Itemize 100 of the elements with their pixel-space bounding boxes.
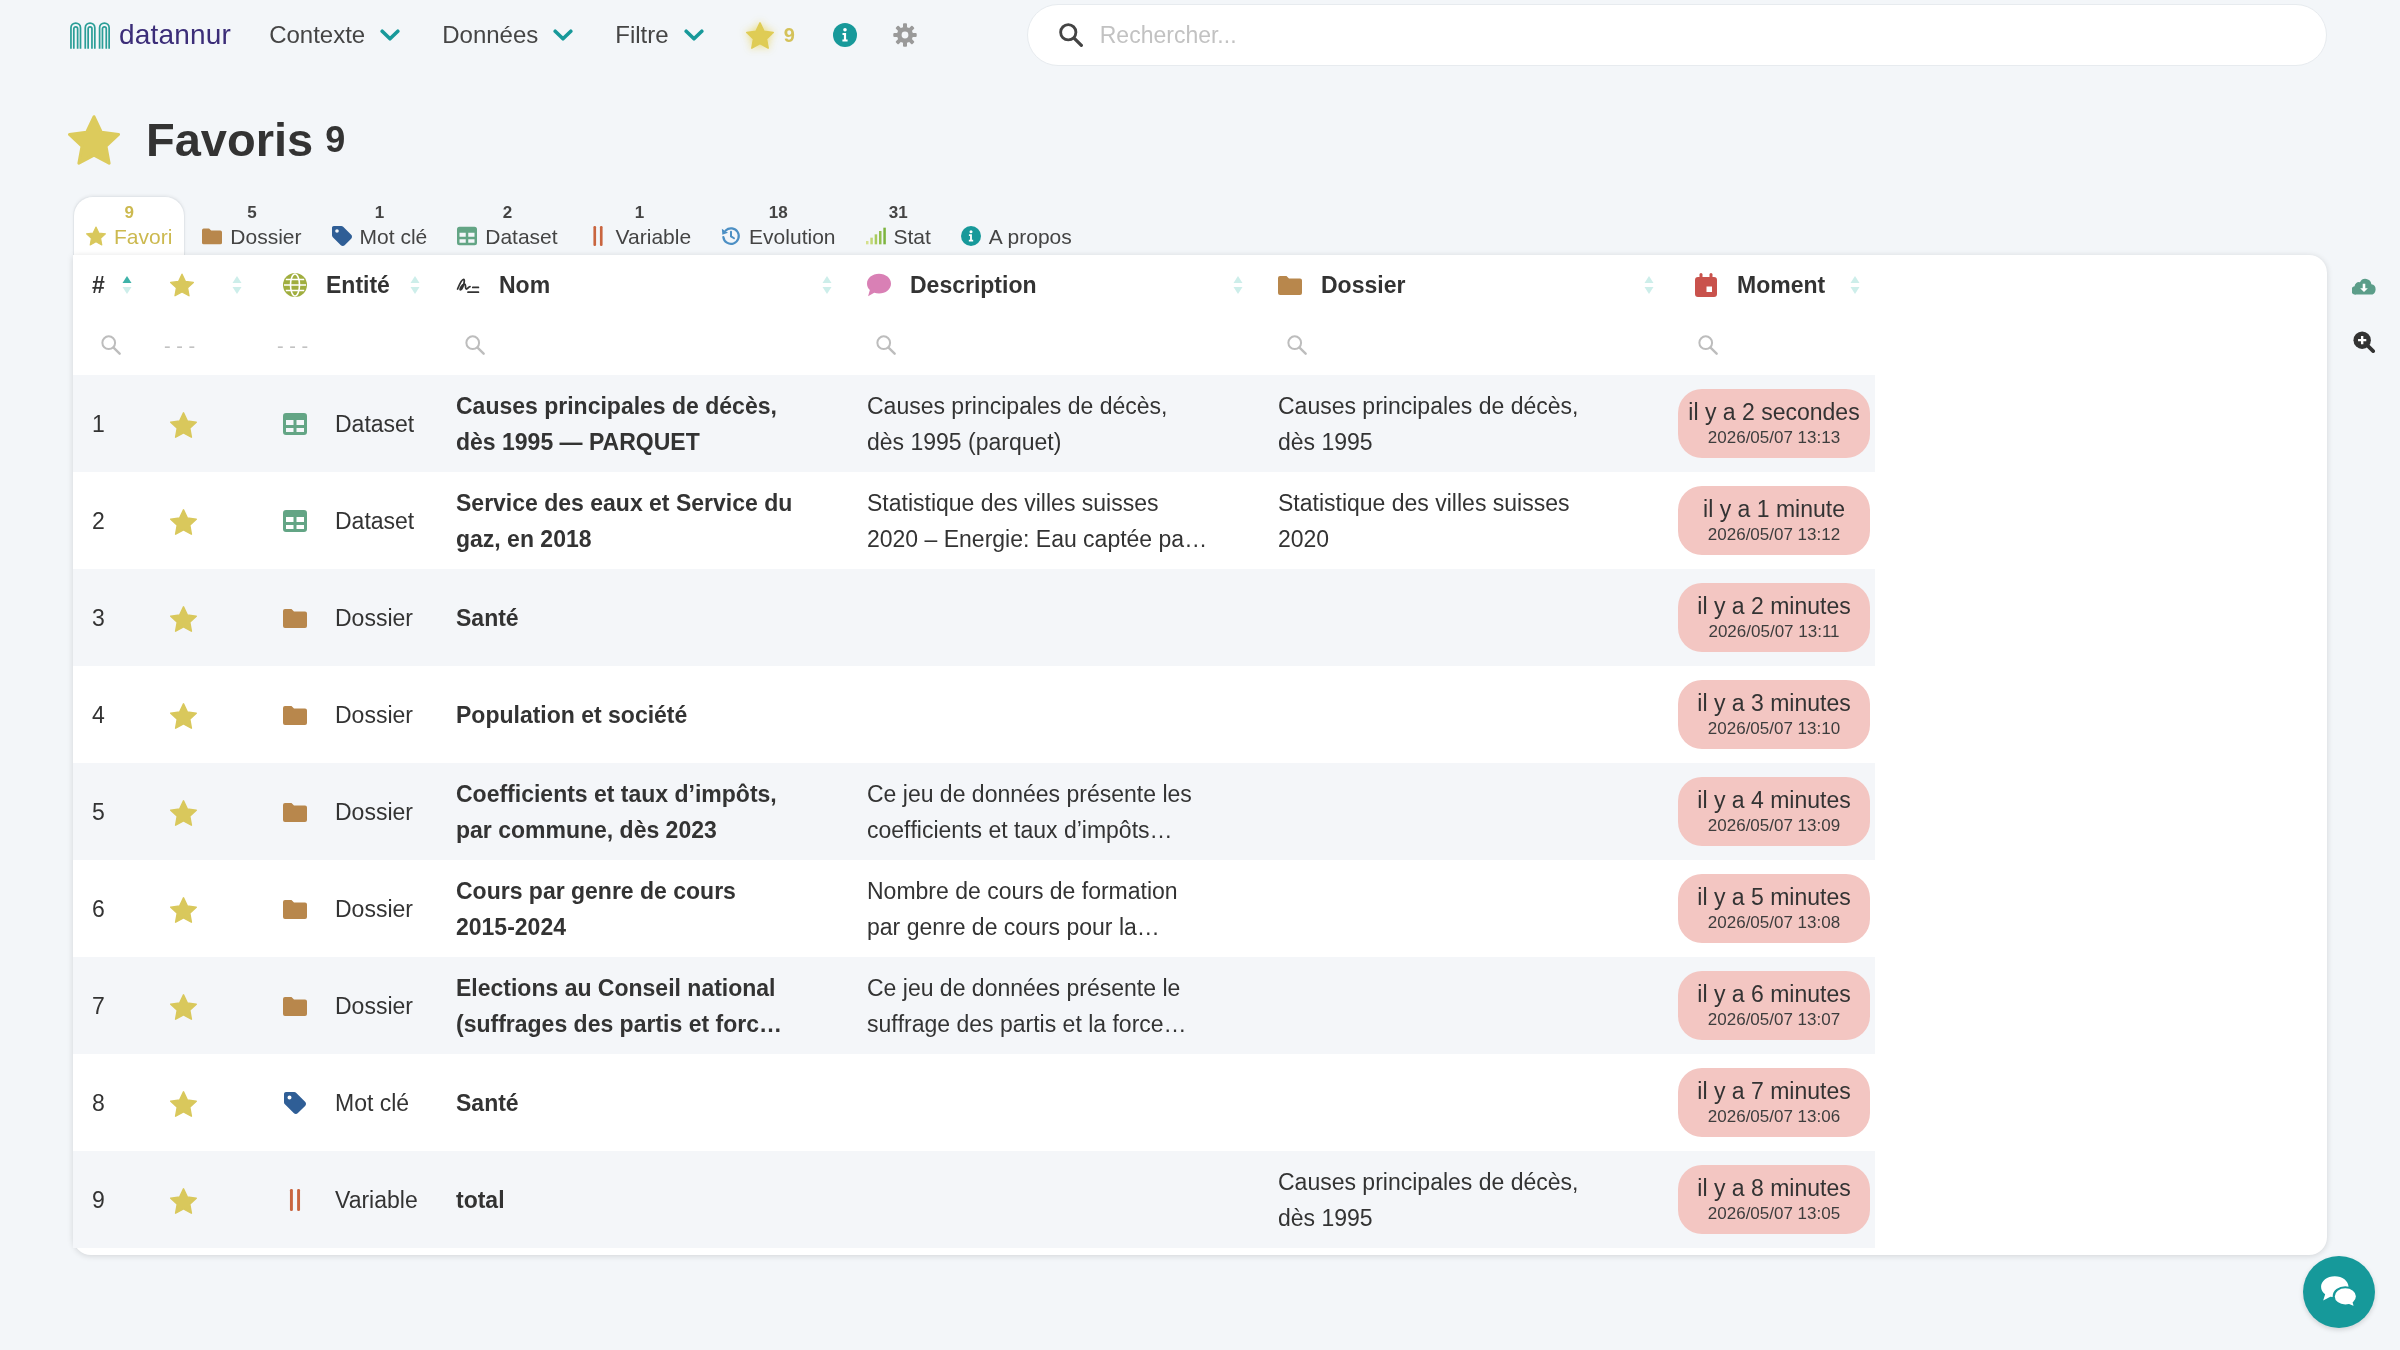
brand-name[interactable]: datannur [119, 19, 232, 51]
sort-icon[interactable] [1644, 275, 1654, 295]
folder-icon [283, 897, 307, 920]
tag-icon [331, 226, 352, 247]
relative-time: il y a 8 minutes [1696, 1174, 1852, 1202]
row-number: 5 [92, 798, 105, 825]
info-icon [960, 226, 981, 247]
entity-label: Dataset [335, 506, 415, 536]
row-number: 4 [92, 701, 105, 728]
star-icon [745, 21, 774, 49]
info-icon[interactable] [832, 23, 857, 47]
search-icon [1058, 23, 1083, 47]
tab[interactable]: 5 Dossier [189, 196, 315, 255]
search-icon[interactable] [101, 335, 121, 355]
item-name[interactable]: Coefficients et taux d’impôts, par commune, dès 2023 [456, 775, 796, 848]
row-number: 1 [92, 410, 105, 437]
filter-select[interactable]: - - - [277, 330, 347, 361]
caret-icon [553, 29, 574, 41]
folder-icon [283, 703, 307, 726]
folder-icon [202, 226, 223, 247]
sort-icon[interactable] [822, 275, 832, 295]
entity-label: Mot clé [335, 1088, 410, 1118]
star-icon[interactable] [170, 703, 197, 730]
description-text: Statistique des villes suisses 2020 – Energie: Eau captée pa… [867, 488, 1209, 554]
tab[interactable]: A propos [947, 196, 1085, 255]
entity-label: Dossier [335, 991, 413, 1021]
relative-time: il y a 4 minutes [1696, 786, 1852, 814]
item-name[interactable]: Santé [456, 599, 796, 636]
folder-icon [1278, 273, 1302, 297]
star-icon[interactable] [170, 897, 197, 924]
star-icon[interactable] [170, 1091, 197, 1118]
relative-time: il y a 3 minutes [1696, 689, 1852, 717]
globe-icon [283, 273, 307, 297]
item-name[interactable]: Santé [456, 1084, 796, 1121]
relative-time: il y a 5 minutes [1696, 883, 1852, 911]
row-number: 6 [92, 895, 105, 922]
row-number: 2 [92, 507, 105, 534]
menu-button[interactable]: Filtre [615, 17, 704, 53]
description-text: Ce jeu de données présente les coefficients et taux d’impôts… [867, 779, 1193, 845]
column-header: Dossier [1321, 270, 1406, 300]
tab[interactable]: 1 Mot clé [318, 196, 441, 255]
row-number: 3 [92, 604, 105, 631]
tab[interactable]: 31 Stat [852, 196, 944, 255]
description-text: Ce jeu de données présente le suffrage des partis et la force… [867, 973, 1188, 1039]
column-header: Nom [499, 270, 551, 300]
search-icon[interactable] [465, 335, 485, 355]
sort-icon[interactable] [1850, 275, 1860, 295]
menu-button[interactable]: Données [442, 17, 574, 53]
star-icon[interactable] [170, 412, 197, 439]
sort-icon[interactable] [232, 275, 242, 295]
description-text: Nombre de cours de formation par genre de cours pour la… [867, 876, 1179, 942]
search-icon[interactable] [1698, 335, 1718, 355]
item-name[interactable]: Service des eaux et Service du gaz, en 2018 [456, 484, 796, 557]
folder-icon [283, 606, 307, 629]
entity-label: Dossier [335, 700, 413, 730]
column-header: # [92, 270, 105, 300]
column-header: Entité [326, 270, 390, 300]
relative-time: il y a 2 secondes [1687, 398, 1861, 426]
timestamp: 2026/05/07 13:10 [1706, 718, 1842, 740]
title-count: 9 [325, 120, 346, 160]
settings-icon[interactable] [892, 23, 917, 47]
timestamp: 2026/05/07 13:07 [1706, 1009, 1842, 1031]
timestamp: 2026/05/07 13:11 [1707, 621, 1841, 643]
item-name[interactable]: Cours par genre de cours 2015-2024 [456, 872, 796, 945]
sort-icon[interactable] [1233, 275, 1243, 295]
item-name[interactable]: Population et société [456, 696, 796, 733]
relative-time: il y a 7 minutes [1696, 1077, 1852, 1105]
calendar-icon [1694, 273, 1718, 297]
star-icon[interactable] [170, 606, 197, 633]
folder-name: Causes principales de décès, dès 1995 [1278, 391, 1580, 457]
star-icon[interactable] [170, 994, 197, 1021]
search-field[interactable]: Rechercher... [1026, 4, 2327, 66]
caret-icon [380, 29, 401, 41]
search-icon[interactable] [876, 335, 896, 355]
item-name[interactable]: total [456, 1181, 796, 1218]
relative-time: il y a 1 minute [1702, 495, 1846, 523]
folder-icon [283, 800, 307, 823]
filter-select[interactable]: - - - [164, 330, 234, 361]
tab[interactable]: 1 Variable [574, 196, 705, 255]
item-name[interactable]: Elections au Conseil national (suffrages des partis et forc… [456, 969, 796, 1042]
zoom-in-icon[interactable] [2351, 331, 2376, 353]
search-icon[interactable] [1287, 335, 1307, 355]
star-icon[interactable] [170, 509, 197, 536]
tab[interactable]: 2 Dataset [444, 196, 571, 255]
star-icon[interactable] [170, 800, 197, 827]
timestamp: 2026/05/07 13:13 [1706, 427, 1842, 449]
star-icon [68, 115, 120, 165]
menu-button[interactable]: Contexte [269, 17, 401, 53]
bar-chart-icon [865, 226, 886, 247]
timestamp: 2026/05/07 13:09 [1706, 815, 1842, 837]
tab[interactable]: 18 Evolution [708, 196, 849, 255]
item-name[interactable]: Causes principales de décès, dès 1995 — PARQUET [456, 387, 796, 460]
chat-button[interactable] [2303, 1256, 2375, 1328]
star-icon[interactable] [170, 1188, 197, 1215]
logo-icon[interactable] [70, 20, 112, 50]
sort-icon[interactable] [122, 275, 132, 295]
star-icon [86, 226, 106, 247]
folder-icon [283, 994, 307, 1017]
speech-bubble-icon [867, 273, 891, 297]
sort-icon[interactable] [410, 275, 420, 295]
